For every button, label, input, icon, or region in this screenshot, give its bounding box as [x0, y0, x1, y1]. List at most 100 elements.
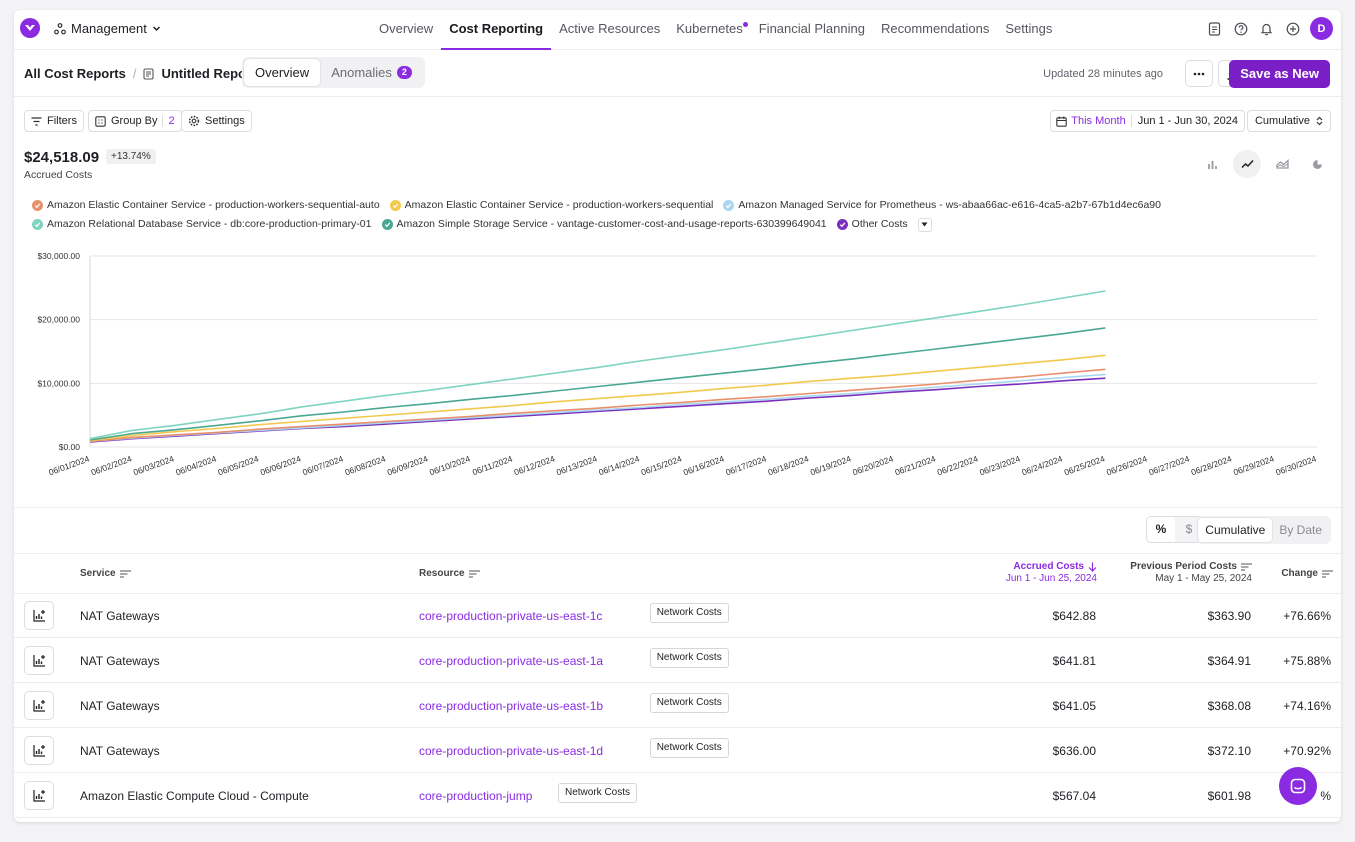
date-preset: This Month — [1071, 115, 1132, 127]
x-tick-label: 06/10/2024 — [428, 453, 472, 477]
row-resource-link[interactable]: core-production-jump — [419, 789, 532, 803]
more-options-button[interactable] — [1185, 60, 1213, 87]
logo[interactable] — [20, 18, 40, 38]
x-tick-label: 06/15/2024 — [640, 453, 684, 477]
row-chart-button[interactable] — [24, 646, 54, 675]
legend-item[interactable]: Amazon Elastic Container Service - produ… — [32, 196, 380, 215]
settings-button[interactable]: Settings — [181, 110, 252, 132]
legend-row: Amazon Elastic Container Service - produ… — [32, 196, 1182, 215]
legend-item[interactable]: Amazon Simple Storage Service - vantage-… — [381, 215, 827, 234]
x-tick-label: 06/27/2024 — [1147, 453, 1191, 477]
avatar[interactable]: D — [1310, 17, 1333, 40]
area-chart-icon[interactable] — [1268, 150, 1296, 178]
table-toolbar: % $ Cumulative By Date — [14, 507, 1341, 553]
date-range: Jun 1 - Jun 30, 2024 — [1137, 115, 1238, 127]
legend-item[interactable]: Other Costs — [836, 215, 908, 234]
legend-item[interactable]: Amazon Managed Service for Prometheus - … — [723, 196, 1161, 215]
nav-active-resources[interactable]: Active Resources — [551, 10, 668, 50]
workspace-switcher[interactable]: Management — [54, 21, 161, 36]
line-chart-icon[interactable] — [1233, 150, 1261, 178]
cumulative-select[interactable]: Cumulative — [1246, 110, 1331, 132]
legend-label: Other Costs — [851, 218, 908, 230]
row-resource-link[interactable]: core-production-private-us-east-1a — [419, 654, 603, 668]
nav-overview[interactable]: Overview — [371, 10, 441, 50]
date-range-picker[interactable]: This Month Jun 1 - Jun 30, 2024 — [1050, 110, 1245, 132]
row-change: % — [1320, 789, 1331, 803]
legend-expand-button[interactable] — [917, 217, 932, 232]
row-accrued-cost: $642.88 — [1052, 609, 1096, 623]
row-cost-category-tag: Network Costs — [649, 603, 729, 623]
group-by-button[interactable]: Group By 2 — [88, 110, 182, 132]
row-resource-link[interactable]: core-production-private-us-east-1d — [419, 744, 603, 758]
table-row[interactable]: NAT Gateways core-production-private-us-e… — [14, 594, 1341, 638]
add-circle-icon[interactable] — [1284, 20, 1301, 37]
help-icon[interactable] — [1232, 20, 1249, 37]
row-accrued-cost: $567.04 — [1052, 789, 1096, 803]
table-view-toggle: Cumulative By Date — [1196, 516, 1331, 544]
col-accrued-costs[interactable]: Accrued Costs Jun 1 - Jun 25, 2024 — [1006, 561, 1097, 584]
nav-settings[interactable]: Settings — [997, 10, 1060, 50]
sort-icon — [1322, 569, 1333, 578]
x-tick-label: 06/04/2024 — [174, 453, 218, 477]
group-by-label: Group By — [111, 115, 158, 127]
legend-check-icon — [381, 219, 393, 230]
app-window: Management Overview Cost Reporting Activ… — [14, 10, 1341, 822]
row-accrued-cost: $641.81 — [1052, 654, 1096, 668]
x-tick-label: 06/14/2024 — [597, 453, 641, 477]
sort-updown-icon — [1316, 116, 1323, 126]
bar-chart-icon[interactable] — [1198, 150, 1226, 178]
nav-cost-reporting[interactable]: Cost Reporting — [441, 10, 552, 50]
row-chart-button[interactable] — [24, 736, 54, 765]
tab-anomalies[interactable]: Anomalies 2 — [320, 59, 423, 86]
row-chart-button[interactable] — [24, 781, 54, 810]
add-chart-icon — [32, 700, 45, 712]
add-chart-icon — [32, 655, 45, 667]
legend-item[interactable]: Amazon Elastic Container Service - produ… — [389, 196, 713, 215]
save-as-new-button[interactable]: Save as New — [1229, 60, 1330, 88]
filters-button[interactable]: Filters — [24, 110, 84, 132]
legend-label: Amazon Simple Storage Service - vantage-… — [396, 218, 827, 230]
report-tabs: Overview Anomalies 2 — [242, 57, 425, 88]
cumulative-toggle[interactable]: Cumulative — [1198, 518, 1273, 542]
col-resource[interactable]: Resource — [419, 568, 480, 579]
row-resource-link[interactable]: core-production-private-us-east-1c — [419, 609, 602, 623]
col-service-label: Service — [80, 568, 116, 579]
by-date-toggle[interactable]: By Date — [1272, 518, 1329, 542]
row-service: NAT Gateways — [80, 744, 160, 758]
row-chart-button[interactable] — [24, 601, 54, 630]
x-tick-label: 06/01/2024 — [47, 453, 91, 477]
chat-icon — [1290, 778, 1306, 794]
nav-kubernetes[interactable]: Kubernetes — [668, 10, 751, 50]
pie-chart-icon[interactable] — [1303, 150, 1331, 178]
nav-kubernetes-label: Kubernetes — [676, 21, 743, 36]
breadcrumb-root[interactable]: All Cost Reports — [24, 66, 126, 81]
logo-icon — [25, 25, 35, 31]
tab-overview[interactable]: Overview — [244, 59, 321, 86]
table-row[interactable]: NAT Gateways core-production-private-us-e… — [14, 684, 1341, 728]
x-tick-label: 06/29/2024 — [1232, 453, 1276, 477]
y-tick-label: $0.00 — [59, 442, 81, 452]
col-previous-costs[interactable]: Previous Period Costs May 1 - May 25, 20… — [1130, 561, 1252, 584]
col-service[interactable]: Service — [80, 568, 131, 579]
anomaly-count-badge: 2 — [396, 66, 412, 79]
percent-toggle[interactable]: % — [1147, 517, 1175, 542]
row-change: +74.16% — [1283, 699, 1331, 713]
org-icon — [54, 22, 66, 34]
table-row[interactable]: Amazon Elastic Compute Cloud - Compute co… — [14, 774, 1341, 818]
col-change[interactable]: Change — [1281, 568, 1333, 579]
table-row[interactable]: NAT Gateways core-production-private-us-e… — [14, 639, 1341, 683]
calendar-icon — [1051, 116, 1071, 127]
row-chart-button[interactable] — [24, 691, 54, 720]
nav-financial-planning[interactable]: Financial Planning — [751, 10, 873, 50]
row-cost-category-tag: Network Costs — [558, 783, 638, 803]
legend-item[interactable]: Amazon Relational Database Service - db:… — [32, 215, 372, 234]
table-row[interactable]: NAT Gateways core-production-private-us-e… — [14, 729, 1341, 773]
chat-support-button[interactable] — [1279, 767, 1317, 805]
bell-icon[interactable] — [1258, 20, 1275, 37]
row-resource-link[interactable]: core-production-private-us-east-1b — [419, 699, 603, 713]
row-cost-category-tag: Network Costs — [649, 648, 729, 668]
x-tick-label: 06/28/2024 — [1190, 453, 1234, 477]
docs-icon[interactable] — [1206, 20, 1223, 37]
row-previous-cost: $363.90 — [1207, 609, 1251, 623]
nav-recommendations[interactable]: Recommendations — [873, 10, 997, 50]
